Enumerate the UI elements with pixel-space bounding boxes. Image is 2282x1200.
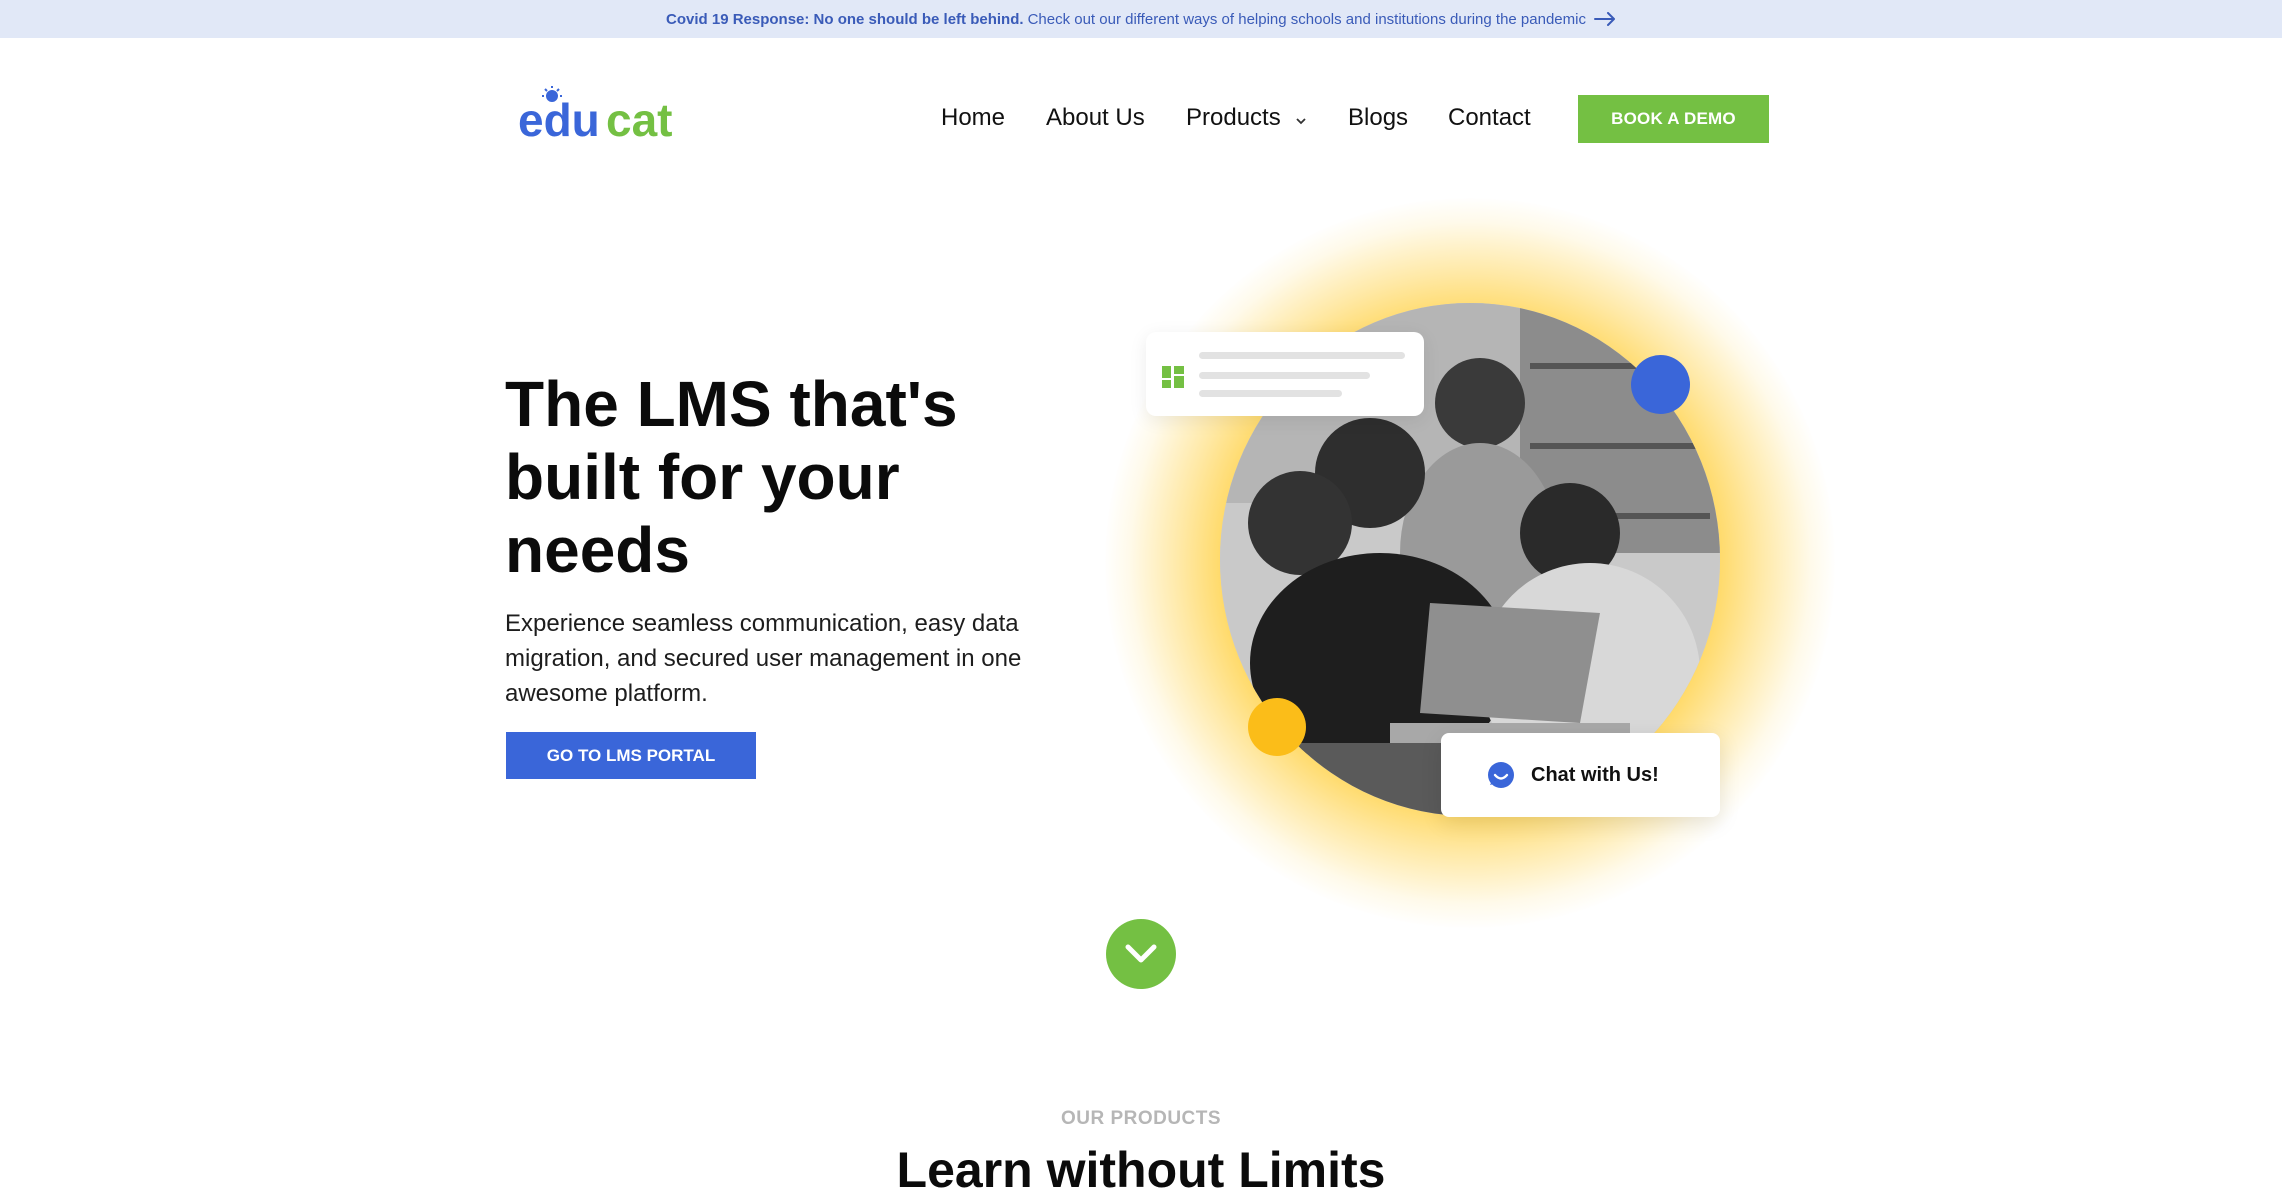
logo-mark: edu cat xyxy=(518,86,672,146)
dashboard-icon xyxy=(1162,366,1184,393)
nav-products[interactable]: Products xyxy=(1186,104,1307,133)
chat-label: Chat with Us! xyxy=(1531,763,1659,786)
scroll-down-button[interactable] xyxy=(1106,919,1176,989)
nav-home[interactable]: Home xyxy=(941,104,1005,132)
chevron-down-icon xyxy=(1124,943,1158,965)
card-placeholder-line xyxy=(1199,372,1370,379)
chat-with-us-button[interactable]: Chat with Us! xyxy=(1441,733,1720,817)
svg-text:edu: edu xyxy=(518,94,600,146)
hero-title: The LMS that's built for your needs xyxy=(505,368,1065,587)
banner-bold-text: Covid 19 Response: No one should be left… xyxy=(666,10,1024,28)
book-demo-button[interactable]: BOOK A DEMO xyxy=(1578,95,1769,143)
decor-blue-dot xyxy=(1631,355,1690,414)
nav-about-us[interactable]: About Us xyxy=(1046,104,1145,132)
dashboard-card xyxy=(1146,332,1424,416)
nav-contact[interactable]: Contact xyxy=(1448,104,1531,132)
svg-text:cat: cat xyxy=(606,94,672,146)
banner-text: Check out our different ways of helping … xyxy=(1027,10,1586,28)
decor-yellow-dot xyxy=(1248,698,1306,756)
chat-bubble-icon xyxy=(1487,761,1515,789)
products-eyebrow: OUR PRODUCTS xyxy=(1060,1108,1222,1129)
educat-logo[interactable]: edu cat xyxy=(518,86,688,146)
hero-title-line-1: The LMS that's xyxy=(505,368,958,440)
hero-subtitle: Experience seamless communication, easy … xyxy=(505,610,1022,707)
nav-products-label: Products xyxy=(1186,103,1281,131)
covid-banner[interactable]: Covid 19 Response: No one should be left… xyxy=(0,0,2282,38)
lms-portal-button[interactable]: GO TO LMS PORTAL xyxy=(506,732,756,779)
hero-title-line-3: needs xyxy=(505,514,690,586)
chevron-down-icon xyxy=(1295,104,1307,132)
card-placeholder-line xyxy=(1199,352,1405,359)
card-placeholder-line xyxy=(1199,390,1342,397)
products-title: Learn without Limits xyxy=(896,1142,1386,1198)
nav-blogs[interactable]: Blogs xyxy=(1348,104,1408,132)
hero-title-line-2: built for your xyxy=(505,441,900,513)
arrow-right-icon xyxy=(1593,12,1616,26)
